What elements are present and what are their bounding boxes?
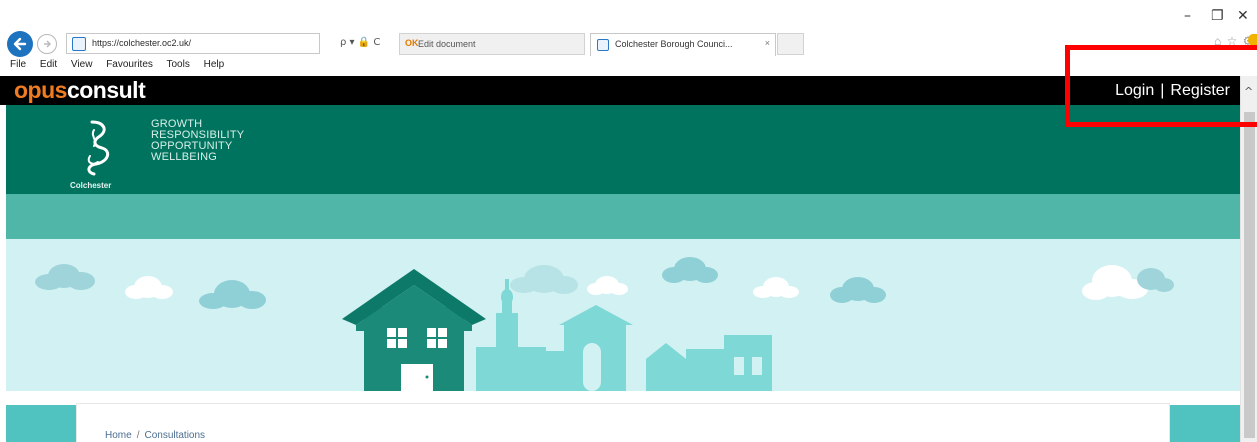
restore-button[interactable]: ❐: [1211, 8, 1224, 24]
opusconsult-logo[interactable]: opusconsult: [14, 77, 146, 103]
menu-file[interactable]: File: [10, 59, 26, 70]
tab-label: Edit document: [418, 39, 476, 49]
cloud-icon: [199, 280, 266, 309]
menu-bar: File Edit View Favourites Tools Help: [10, 59, 235, 70]
teal-band-left: [6, 405, 76, 442]
scroll-thumb[interactable]: [1244, 112, 1255, 438]
site-favicon-icon: [72, 37, 86, 51]
content-area: Home / Consultations: [6, 391, 1240, 442]
cloud-icon: [587, 276, 628, 295]
site-top-bar: opusconsult Login | Register: [0, 76, 1240, 105]
tagline-line: WELLBEING: [151, 151, 217, 163]
cloud-icon: [830, 277, 886, 303]
menu-favourites[interactable]: Favourites: [106, 59, 153, 70]
logo-opus-text: opus: [14, 77, 67, 103]
colchester-swirl-icon[interactable]: [72, 112, 122, 192]
arrow-right-icon: [44, 40, 52, 48]
town-illustration: [35, 257, 1174, 391]
back-button[interactable]: [7, 31, 33, 57]
town-buildings: [476, 279, 772, 391]
tab-label: Colchester Borough Counci...: [615, 39, 733, 49]
address-text: https://colchester.oc2.uk/: [92, 38, 192, 48]
council-header: Colchester GROWTH RESPONSIBILITY OPPORTU…: [6, 105, 1240, 194]
breadcrumb-separator: /: [136, 430, 140, 441]
cloud-icon: [510, 265, 578, 294]
close-window-button[interactable]: ✕: [1237, 8, 1249, 24]
logo-consult-text: consult: [66, 77, 146, 103]
ok-icon: OK: [405, 38, 419, 48]
tab-colchester[interactable]: Colchester Borough Counci... ×: [590, 33, 776, 56]
vertical-scrollbar[interactable]: ^: [1240, 76, 1257, 442]
minimize-button[interactable]: –: [1184, 8, 1191, 24]
screenshot-root: – ❐ ✕ https://colchester.oc2.uk/ ρ ▾ 🔒 C…: [0, 0, 1257, 442]
house-icon: [342, 269, 486, 391]
hero-banner: [6, 239, 1240, 391]
breadcrumb: Home / Consultations: [105, 430, 205, 441]
menu-help[interactable]: Help: [204, 59, 225, 70]
cloud-icon: [753, 277, 799, 298]
menu-edit[interactable]: Edit: [40, 59, 57, 70]
site-nav-strip: [6, 194, 1240, 239]
address-bar[interactable]: https://colchester.oc2.uk/: [66, 33, 320, 54]
forward-button[interactable]: [37, 34, 57, 54]
menu-tools[interactable]: Tools: [167, 59, 190, 70]
content-card: Home / Consultations: [76, 403, 1170, 442]
cloud-icon: [662, 257, 718, 283]
tab-edit-document[interactable]: OK Edit document: [399, 33, 585, 55]
site-favicon-icon: [597, 39, 609, 51]
address-bar-controls[interactable]: ρ ▾ 🔒 C: [340, 37, 380, 48]
breadcrumb-home[interactable]: Home: [105, 430, 132, 441]
new-tab-button[interactable]: [777, 33, 804, 55]
arrow-left-icon: [13, 37, 27, 51]
breadcrumb-consultations[interactable]: Consultations: [144, 430, 205, 441]
cloud-icon: [35, 264, 95, 290]
login-register-highlight: [1065, 45, 1257, 127]
teal-band-right: [1170, 405, 1240, 442]
council-name: Colchester: [70, 181, 112, 190]
menu-view[interactable]: View: [71, 59, 93, 70]
tab-close-icon[interactable]: ×: [765, 38, 770, 48]
council-tagline: GROWTH RESPONSIBILITY OPPORTUNITY WELLBE…: [151, 119, 244, 163]
cloud-icon: [125, 276, 173, 299]
